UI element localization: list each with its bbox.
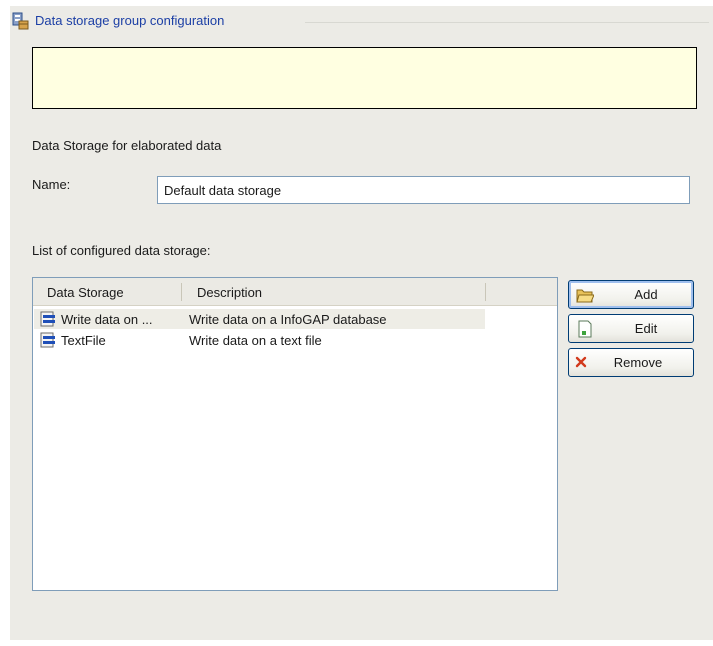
list-row[interactable]: Write data on ... Write data on a InfoGA… [34,309,557,329]
list-label: List of configured data storage: [32,243,211,258]
document-edit-icon [576,320,594,338]
name-label: Name: [32,177,71,192]
column-separator[interactable] [181,283,182,301]
database-icon [10,12,30,30]
group-divider [305,22,709,23]
row-name: Write data on ... [61,312,153,327]
database-table-icon [40,311,58,327]
red-x-icon [574,355,588,369]
row-description: Write data on a text file [189,333,322,348]
column-header-description[interactable]: Description [197,285,262,300]
column-separator[interactable] [485,283,486,301]
info-box [32,47,697,109]
folder-open-icon [576,286,595,304]
list-row[interactable]: TextFile Write data on a text file [34,330,557,350]
database-table-icon [40,332,58,348]
edit-button-label: Edit [634,321,658,336]
edit-button[interactable]: Edit [568,314,694,343]
config-panel: Data storage group configuration Data St… [10,6,713,640]
data-storage-list[interactable]: Data Storage Description Write data on .… [32,277,558,591]
row-name: TextFile [61,333,106,348]
group-header: Data storage group configuration [10,10,713,32]
row-description: Write data on a InfoGAP database [189,312,387,327]
add-button[interactable]: Add [568,280,694,309]
name-input[interactable] [157,176,690,204]
group-title: Data storage group configuration [35,13,233,28]
add-button-label: Add [634,287,658,302]
list-header: Data Storage Description [33,278,557,306]
remove-button[interactable]: Remove [568,348,694,377]
column-header-data-storage[interactable]: Data Storage [47,285,124,300]
section-label: Data Storage for elaborated data [32,138,222,153]
remove-button-label: Remove [613,355,663,370]
